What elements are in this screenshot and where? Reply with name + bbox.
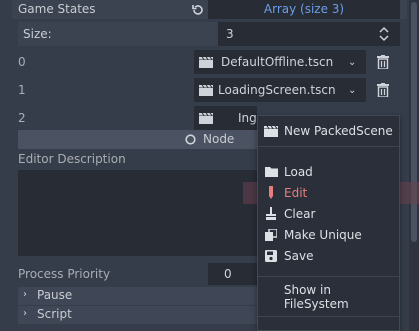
game-states-label: Game States [18,2,96,16]
chevron-right-icon: › [23,289,27,300]
save-icon [258,249,284,262]
broom-icon [258,207,284,220]
menu-item-load[interactable]: Load [258,161,399,182]
clapperboard-icon [199,56,213,68]
clapperboard-icon [199,112,213,124]
chevron-down-icon[interactable]: ⌄ [348,85,356,96]
folder-icon [258,166,284,177]
process-priority-value: 0 [224,267,232,281]
clapperboard-icon [199,84,213,96]
size-label: Size: [23,27,52,41]
menu-item-save[interactable]: Save [258,245,399,266]
item-index-2: 2 [18,111,26,125]
editor-description-textarea[interactable] [18,170,258,256]
menu-item-make-unique[interactable]: Make Unique [258,224,399,245]
trash-icon[interactable] [376,55,390,72]
menu-item-label: New PackedScene [284,123,393,138]
revert-icon[interactable] [191,3,205,17]
menu-item-edit[interactable]: Edit [258,182,399,203]
size-value: 3 [226,27,234,41]
pause-group-label: Pause [37,288,73,302]
spinbox-arrows-icon[interactable] [378,25,390,43]
process-priority-spinbox[interactable] [208,263,258,285]
item-index-0: 0 [18,55,26,69]
menu-item-new-packedscene[interactable]: New PackedScene [258,120,399,141]
item-value-1: LoadingScreen.tscn [218,83,336,97]
item-value-0: DefaultOffline.tscn [221,55,334,69]
menu-separator [258,276,399,277]
editor-description-label: Editor Description [18,152,126,166]
make-unique-icon [258,228,284,241]
chevron-down-icon[interactable]: ⌄ [348,57,356,68]
menu-item-clear[interactable]: Clear [258,203,399,224]
edit-icon [258,186,284,199]
menu-item-label: Save [284,248,314,263]
menu-item-label: Make Unique [284,227,362,242]
menu-item-label: Edit [284,185,308,200]
inspector-scrollbar-thumb[interactable] [411,2,417,242]
array-size-label: Array (size 3) [263,2,345,16]
menu-item-label: Load [284,164,313,179]
menu-item-label: Show in FileSystem [283,282,349,311]
node-section-label: Node [203,132,235,146]
chevron-right-icon: › [23,308,27,319]
menu-separator [258,146,399,147]
process-priority-label: Process Priority [18,267,111,281]
menu-item-show-in-filesystem[interactable]: Show in FileSystem [258,283,399,311]
clapperboard-icon [258,125,284,137]
menu-separator [258,316,399,317]
script-group-label: Script [37,307,72,321]
resource-context-menu: New PackedScene Load Edit Clear Make Uni… [257,115,400,331]
menu-item-label: Clear [284,206,316,221]
size-spinbox[interactable] [218,22,400,46]
item-index-1: 1 [18,83,26,97]
node-icon [185,134,196,145]
trash-icon[interactable] [376,83,390,100]
